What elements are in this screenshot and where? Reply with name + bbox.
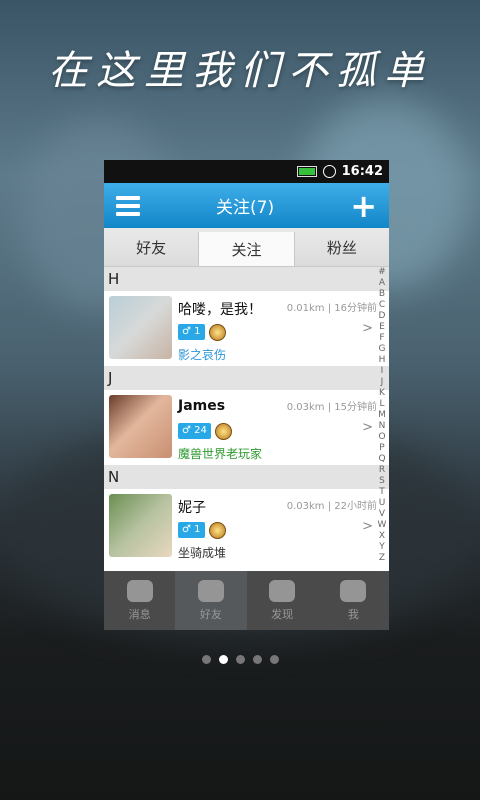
- male-level-badge: ♂ 24: [178, 423, 211, 439]
- index-letter[interactable]: V: [377, 509, 387, 520]
- contact-list[interactable]: H 哈喽，是我！ 0.01km | 16分钟前 ♂ 1 影之哀伤 > J Jam…: [104, 267, 389, 572]
- chevron-right-icon: >: [362, 321, 373, 336]
- contact-status: 坐骑成堆: [178, 546, 227, 560]
- page-dot[interactable]: [201, 655, 211, 664]
- index-letter[interactable]: K: [377, 388, 387, 399]
- index-letter[interactable]: Q: [377, 454, 387, 465]
- male-level-badge: ♂ 1: [178, 522, 205, 538]
- tab-following[interactable]: 关注: [198, 232, 295, 266]
- profile-icon: [340, 579, 367, 602]
- status-time: 16:42: [341, 164, 383, 179]
- index-letter[interactable]: X: [377, 531, 387, 542]
- eye-icon: [269, 579, 296, 602]
- chevron-right-icon: >: [362, 519, 373, 534]
- index-letter[interactable]: B: [377, 289, 387, 300]
- index-letter[interactable]: N: [377, 421, 387, 432]
- index-letter[interactable]: O: [377, 432, 387, 443]
- list-item[interactable]: 妮子 0.03km | 22小时前 ♂ 1 坐骑成堆 >: [104, 489, 389, 564]
- medal-icon: [208, 323, 226, 341]
- contact-meta: 0.03km | 15分钟前: [286, 402, 377, 413]
- tab-fans[interactable]: 粉丝: [295, 228, 389, 266]
- alarm-icon: [322, 165, 336, 178]
- nav-me[interactable]: 我: [318, 571, 389, 630]
- index-letter[interactable]: T: [377, 487, 387, 498]
- index-letter[interactable]: D: [377, 311, 387, 322]
- people-icon: [197, 579, 224, 602]
- avatar: [109, 494, 172, 557]
- menu-icon[interactable]: [116, 195, 140, 216]
- section-header: N: [104, 465, 389, 489]
- page-indicator: [0, 655, 480, 664]
- section-header: J: [104, 366, 389, 390]
- battery-icon: [296, 166, 317, 177]
- section-header: H: [104, 267, 389, 291]
- phone-screen: 16:42 关注(7) + 好友 关注 粉丝 H 哈喽，是我！ 0.01km |…: [104, 160, 389, 630]
- index-letter[interactable]: S: [377, 476, 387, 487]
- index-letter[interactable]: A: [377, 278, 387, 289]
- page-dot[interactable]: [269, 655, 279, 664]
- contact-meta: 0.03km | 22小时前: [286, 501, 377, 512]
- index-letter[interactable]: J: [377, 377, 387, 388]
- index-letter[interactable]: L: [377, 399, 387, 410]
- nav-messages[interactable]: 消息: [104, 571, 175, 630]
- add-icon[interactable]: +: [350, 190, 377, 222]
- avatar: [109, 296, 172, 359]
- contact-meta: 0.01km | 16分钟前: [286, 303, 377, 314]
- headline: 在这里我们不孤单: [48, 48, 432, 94]
- index-letter[interactable]: Z: [377, 553, 387, 564]
- index-letter[interactable]: C: [377, 300, 387, 311]
- index-letter[interactable]: M: [377, 410, 387, 421]
- index-letter[interactable]: Y: [377, 542, 387, 553]
- index-letter[interactable]: W: [377, 520, 387, 531]
- index-letter[interactable]: H: [377, 355, 387, 366]
- bottom-nav: 消息 好友 发现 我: [104, 571, 389, 630]
- nav-friends[interactable]: 好友: [175, 571, 247, 630]
- index-letter[interactable]: U: [377, 498, 387, 509]
- index-letter[interactable]: F: [377, 333, 387, 344]
- tab-bar: 好友 关注 粉丝: [104, 228, 389, 267]
- page-title: 关注(7): [216, 198, 275, 218]
- male-level-badge: ♂ 1: [178, 324, 205, 340]
- list-item[interactable]: 哈喽，是我！ 0.01km | 16分钟前 ♂ 1 影之哀伤 >: [104, 291, 389, 366]
- medal-icon: [214, 422, 232, 440]
- index-letter[interactable]: #: [377, 267, 387, 278]
- tab-friends[interactable]: 好友: [104, 228, 198, 266]
- page-dot[interactable]: [252, 655, 262, 664]
- contact-status: 影之哀伤: [178, 348, 227, 362]
- contact-status: 魔兽世界老玩家: [178, 447, 263, 461]
- index-letter[interactable]: I: [377, 366, 387, 377]
- medal-icon: [208, 521, 226, 539]
- alphabet-index[interactable]: # A B C D E F G H I J K L M N O P Q R S T U V W X Y Z: [377, 267, 387, 564]
- index-letter[interactable]: G: [377, 344, 387, 355]
- titlebar: 关注(7) +: [104, 183, 389, 228]
- page-dot[interactable]: [235, 655, 245, 664]
- nav-discover[interactable]: 发现: [247, 571, 318, 630]
- index-letter[interactable]: R: [377, 465, 387, 476]
- index-letter[interactable]: E: [377, 322, 387, 333]
- page-dot[interactable]: [218, 655, 228, 664]
- status-bar: 16:42: [104, 160, 389, 183]
- index-letter[interactable]: P: [377, 443, 387, 454]
- chat-icon: [126, 579, 153, 602]
- list-item[interactable]: James 0.03km | 15分钟前 ♂ 24 魔兽世界老玩家 >: [104, 390, 389, 465]
- avatar: [109, 395, 172, 458]
- chevron-right-icon: >: [362, 420, 373, 435]
